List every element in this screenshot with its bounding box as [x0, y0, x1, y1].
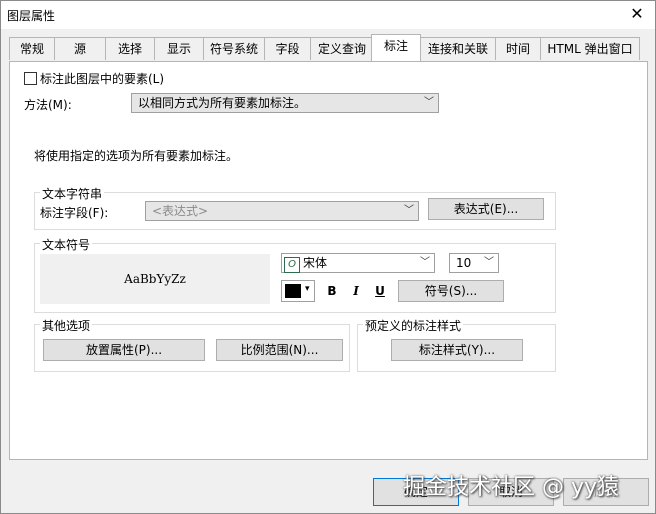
symbol-button[interactable]: 符号(S)... [398, 280, 504, 302]
color-swatch [285, 284, 301, 298]
font-name: 宋体 [303, 256, 328, 270]
tab-display[interactable]: 显示 [154, 37, 204, 60]
title-bar: 图层属性 ✕ [1, 1, 655, 29]
underline-button[interactable]: U [370, 281, 390, 301]
tab-definition-query[interactable]: 定义查询 [310, 37, 374, 60]
tab-general[interactable]: 常规 [9, 37, 55, 60]
font-select[interactable]: O 宋体 ﹀ [281, 253, 435, 273]
method-select-value: 以相同方式为所有要素加标注。 [138, 96, 307, 110]
predefined-styles-group-label: 预定义的标注样式 [363, 317, 464, 334]
method-label: 方法(M): [24, 98, 72, 112]
scale-range-button[interactable]: 比例范围(N)... [216, 339, 343, 361]
method-select[interactable]: 以相同方式为所有要素加标注。 ﹀ [131, 93, 439, 113]
window-title: 图层属性 [7, 9, 56, 23]
label-styles-button[interactable]: 标注样式(Y)... [391, 339, 523, 361]
caret-down-icon: ▾ [305, 284, 310, 294]
tab-fields[interactable]: 字段 [264, 37, 311, 60]
tab-source[interactable]: 源 [54, 37, 106, 60]
text-symbol-group-label: 文本符号 [40, 236, 93, 253]
font-size-select[interactable]: 10 ﹀ [449, 253, 499, 273]
close-icon[interactable]: ✕ [627, 4, 647, 24]
tab-symbology[interactable]: 符号系统 [203, 37, 265, 60]
italic-button[interactable]: I [346, 281, 366, 301]
label-features-checkbox-label: 标注此图层中的要素(L) [40, 72, 165, 86]
label-field-select[interactable]: <表达式> ﹀ [145, 201, 419, 221]
tab-selection[interactable]: 选择 [105, 37, 155, 60]
tab-time[interactable]: 时间 [495, 37, 541, 60]
watermark-text: 掘金技术社区 @ yy猿 [403, 475, 620, 500]
layer-properties-dialog: 图层属性 ✕ 常规 源 选择 显示 符号系统 字段 定义查询 标注 连接和关联 … [0, 0, 656, 514]
font-color-picker[interactable]: ▾ [281, 280, 315, 302]
tab-joins-relates[interactable]: 连接和关联 [420, 37, 496, 60]
text-string-group-label: 文本字符串 [40, 185, 105, 202]
label-features-checkbox[interactable] [24, 72, 37, 85]
bold-button[interactable]: B [322, 281, 342, 301]
font-size-value: 10 [456, 256, 472, 270]
chevron-down-icon: ﹀ [420, 257, 430, 268]
chevron-down-icon: ﹀ [424, 97, 434, 108]
symbol-preview: AaBbYyZz [40, 254, 270, 304]
label-field-label: 标注字段(F): [40, 206, 109, 220]
chevron-down-icon: ﹀ [484, 257, 494, 268]
other-options-group-label: 其他选项 [40, 317, 93, 334]
opentype-font-icon: O [284, 257, 300, 273]
labels-panel: 标注此图层中的要素(L) 方法(M): 以相同方式为所有要素加标注。 ﹀ 将使用… [9, 61, 648, 460]
info-text: 将使用指定的选项为所有要素加标注。 [34, 149, 239, 163]
placement-properties-button[interactable]: 放置属性(P)... [43, 339, 205, 361]
tab-labels[interactable]: 标注 [371, 34, 421, 61]
expression-button[interactable]: 表达式(E)... [428, 198, 544, 220]
label-field-value: <表达式> [152, 204, 209, 218]
tab-html-popup[interactable]: HTML 弹出窗口 [540, 37, 640, 60]
chevron-down-icon: ﹀ [404, 205, 414, 216]
